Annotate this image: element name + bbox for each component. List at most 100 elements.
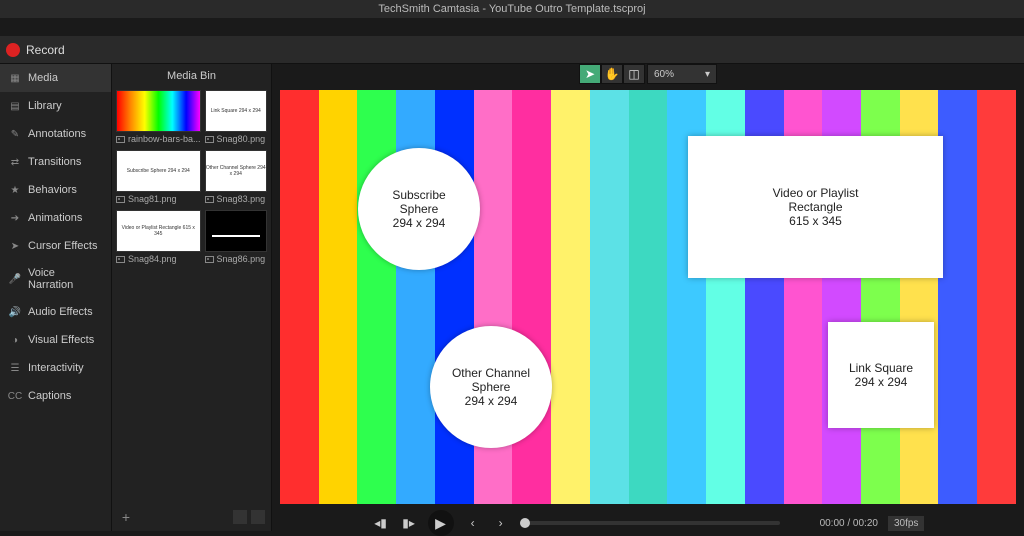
pan-tool-button[interactable]: ✋ <box>601 64 623 84</box>
sidebar-item-captions[interactable]: CCCaptions <box>0 382 111 410</box>
menu-share[interactable]: Share <box>145 3 174 15</box>
menu-view[interactable]: View <box>109 3 133 15</box>
image-icon <box>116 196 125 203</box>
play-button[interactable]: ▶ <box>428 510 454 536</box>
playback-bar: ◂▮ ▮▸ ▶ ‹ › 00:00 / 00:20 30fps <box>272 510 1024 536</box>
ph-title: Subscribe <box>392 188 445 202</box>
media-item[interactable]: Other Channel Sphere 294 x 294 Snag83.pn… <box>205 150 267 206</box>
ph-title: Other Channel <box>452 366 530 380</box>
captions-icon: CC <box>8 389 22 403</box>
media-thumb: Subscribe Sphere 294 x 294 <box>116 150 201 192</box>
media-caption: rainbow-bars-ba... <box>116 132 201 146</box>
media-item[interactable]: Video or Playlist Rectangle 615 x 345 Sn… <box>116 210 201 266</box>
media-item[interactable]: Snag86.png <box>205 210 267 266</box>
ph-sub: Rectangle <box>788 200 842 214</box>
media-item[interactable]: Link Square 294 x 294 Snag80.png <box>205 90 267 146</box>
step-forward-button[interactable]: › <box>492 514 510 532</box>
sidebar-item-library[interactable]: ▤ Library <box>0 92 111 120</box>
select-tool-button[interactable]: ➤ <box>579 64 601 84</box>
ph-title: Link Square <box>849 361 913 375</box>
preview-canvas[interactable]: Subscribe Sphere 294 x 294 Other Channel… <box>280 90 1016 504</box>
menu-file[interactable]: File <box>4 3 22 15</box>
sidebar-label: Media <box>28 72 58 84</box>
media-item[interactable]: Subscribe Sphere 294 x 294 Snag81.png <box>116 150 201 206</box>
subscribe-sphere[interactable]: Subscribe Sphere 294 x 294 <box>358 148 480 270</box>
sidebar-label: Library <box>28 100 62 112</box>
media-bin-title: Media Bin <box>112 64 271 88</box>
menu-help[interactable]: Help <box>186 3 209 15</box>
media-thumb: Link Square 294 x 294 <box>205 90 267 132</box>
sidebar-label: Animations <box>28 212 82 224</box>
behaviors-icon: ★ <box>8 183 22 197</box>
fps-display[interactable]: 30fps <box>888 516 924 531</box>
media-bin-panel: Media Bin rainbow-bars-ba... Link Square… <box>112 64 272 531</box>
ph-title: Video or Playlist <box>773 186 859 200</box>
zoom-value: 60% <box>654 69 674 80</box>
media-thumb: Video or Playlist Rectangle 615 x 345 <box>116 210 201 252</box>
cursor-icon: ➤ <box>8 239 22 253</box>
sidebar-item-behaviors[interactable]: ★ Behaviors <box>0 176 111 204</box>
zoom-dropdown[interactable]: 60% ▾ <box>647 64 717 84</box>
image-icon <box>205 196 214 203</box>
media-thumb <box>205 210 267 252</box>
sidebar-label: Transitions <box>28 156 81 168</box>
sidebar-item-media[interactable]: ▦ Media <box>0 64 111 92</box>
view-grid-button[interactable] <box>233 510 247 524</box>
sidebar-item-visual-effects[interactable]: ◑ Visual Effects <box>0 326 111 354</box>
image-icon <box>116 256 125 263</box>
sidebar-item-audio-effects[interactable]: 🔊Audio Effects <box>0 298 111 326</box>
library-icon: ▤ <box>8 99 22 113</box>
sidebar-label: Behaviors <box>28 184 77 196</box>
other-channel-sphere[interactable]: Other Channel Sphere 294 x 294 <box>430 326 552 448</box>
canvas-toolbar: ➤ ✋ ◫ 60% ▾ <box>272 64 1024 84</box>
visual-icon: ◑ <box>8 333 22 347</box>
animations-icon: ➔ <box>8 211 22 225</box>
image-icon <box>116 136 125 143</box>
sidebar-item-interactivity[interactable]: ☰Interactivity <box>0 354 111 382</box>
media-item[interactable]: rainbow-bars-ba... <box>116 90 201 146</box>
view-list-button[interactable] <box>251 510 265 524</box>
crop-tool-button[interactable]: ◫ <box>623 64 645 84</box>
media-thumb: Other Channel Sphere 294 x 294 <box>205 150 267 192</box>
next-frame-button[interactable]: ▮▸ <box>400 514 418 532</box>
media-icon: ▦ <box>8 71 22 85</box>
prev-frame-button[interactable]: ◂▮ <box>372 514 390 532</box>
time-display: 00:00 / 00:20 <box>820 518 878 529</box>
media-thumb <box>116 90 201 132</box>
chevron-down-icon: ▾ <box>705 69 710 80</box>
media-caption: Snag84.png <box>116 252 201 266</box>
sidebar-label: Annotations <box>28 128 86 140</box>
media-caption: Snag83.png <box>205 192 267 206</box>
interactivity-icon: ☰ <box>8 361 22 375</box>
sidebar-item-cursor-effects[interactable]: ➤Cursor Effects <box>0 232 111 260</box>
ph-sub: Sphere <box>472 380 511 394</box>
transitions-icon: ⇄ <box>8 155 22 169</box>
annotations-icon: ✎ <box>8 127 22 141</box>
mic-icon: 🎤 <box>8 272 22 286</box>
sidebar-item-annotations[interactable]: ✎ Annotations <box>0 120 111 148</box>
sidebar-label: Voice Narration <box>28 267 103 291</box>
step-back-button[interactable]: ‹ <box>464 514 482 532</box>
window-title: TechSmith Camtasia - YouTube Outro Templ… <box>378 3 645 15</box>
sidebar-item-animations[interactable]: ➔ Animations <box>0 204 111 232</box>
sidebar-item-transitions[interactable]: ⇄ Transitions <box>0 148 111 176</box>
ph-sub: Sphere <box>400 202 439 216</box>
video-playlist-rectangle[interactable]: Video or Playlist Rectangle 615 x 345 <box>688 136 943 278</box>
seek-track[interactable] <box>520 521 780 525</box>
seek-thumb[interactable] <box>520 518 530 528</box>
ph-dim: 615 x 345 <box>789 214 842 228</box>
ph-dim: 294 x 294 <box>855 375 908 389</box>
audio-icon: 🔊 <box>8 305 22 319</box>
add-media-button[interactable]: + <box>118 509 134 525</box>
record-button[interactable]: Record <box>26 43 65 57</box>
sidebar-label: Visual Effects <box>28 334 94 346</box>
media-bin-grid: rainbow-bars-ba... Link Square 294 x 294… <box>112 88 271 268</box>
record-bar: Record <box>0 36 1024 64</box>
menu-modify[interactable]: Modify <box>65 3 97 15</box>
sidebar-item-voice-narration[interactable]: 🎤 Voice Narration <box>0 260 111 298</box>
record-icon[interactable] <box>6 43 20 57</box>
link-square[interactable]: Link Square 294 x 294 <box>828 322 934 428</box>
ph-dim: 294 x 294 <box>465 394 518 408</box>
ph-dim: 294 x 294 <box>393 216 446 230</box>
menu-edit[interactable]: Edit <box>34 3 53 15</box>
